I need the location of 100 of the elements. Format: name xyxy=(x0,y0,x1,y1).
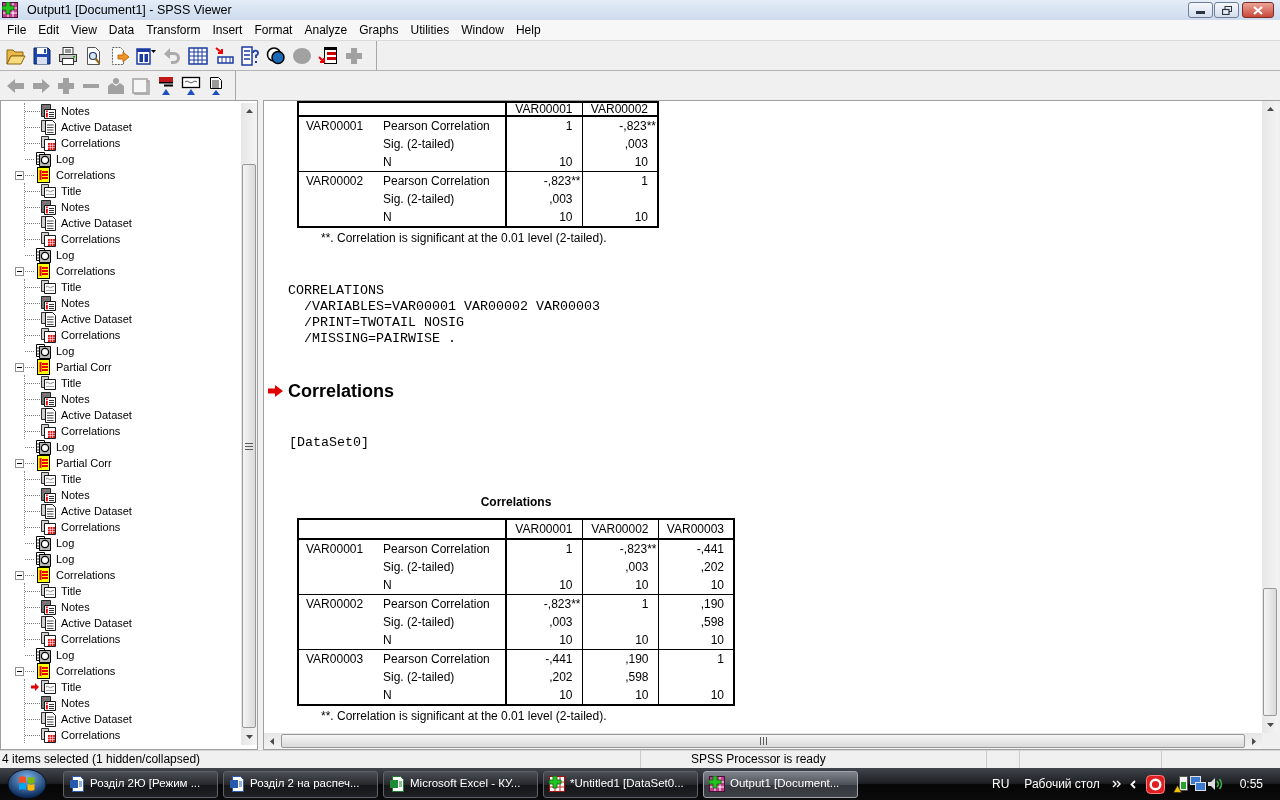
taskbar-button[interactable]: Розділ 2Ю [Режим ... xyxy=(63,770,218,798)
menu-item[interactable]: Analyze xyxy=(298,22,354,38)
tree-item[interactable]: Active Dataset xyxy=(61,215,132,231)
taskbar-button[interactable]: *Untitled1 [DataSet0... xyxy=(543,770,698,798)
battery-warning-icon[interactable] xyxy=(1172,775,1189,793)
printer-icon[interactable] xyxy=(58,45,78,66)
vertical-scrollbar[interactable] xyxy=(1262,101,1278,733)
menu-item[interactable]: Transform xyxy=(140,22,207,38)
tree-item[interactable]: Active Dataset xyxy=(61,407,132,423)
table-cell: 10 xyxy=(582,576,658,595)
scroll-right-icon[interactable] xyxy=(1252,737,1256,745)
scroll-up-icon[interactable] xyxy=(1266,107,1274,111)
page-arrow-icon[interactable] xyxy=(110,45,130,66)
tree-item[interactable]: Active Dataset xyxy=(61,503,132,519)
scroll-down-icon[interactable] xyxy=(1266,723,1274,727)
menu-item[interactable]: Help xyxy=(509,22,547,38)
tree-item[interactable]: Active Dataset xyxy=(61,711,132,727)
tree-item[interactable]: Log xyxy=(56,151,75,167)
screen-triangle-icon[interactable] xyxy=(181,75,201,96)
arrow-row-icon[interactable] xyxy=(214,45,234,66)
tree-item[interactable]: Notes xyxy=(61,103,90,119)
desktop-toolbar[interactable]: Рабочий стол xyxy=(1024,776,1100,792)
chevron-left-icon[interactable] xyxy=(1129,779,1136,789)
tree-item[interactable]: Active Dataset xyxy=(61,615,132,631)
tree-item[interactable]: Correlations xyxy=(61,231,121,247)
tree-item[interactable]: Log xyxy=(56,439,75,455)
tree-item[interactable]: Log xyxy=(56,247,75,263)
tree-item[interactable]: Correlations xyxy=(61,727,121,743)
bars-triangle-icon[interactable] xyxy=(156,75,176,96)
ring-tile-icon[interactable] xyxy=(1145,774,1165,794)
tree-item[interactable]: Correlations xyxy=(61,423,121,439)
grid-icon[interactable] xyxy=(188,45,208,66)
tree-item[interactable]: Correlations xyxy=(61,327,121,343)
row-label: Sig. (2-tailed) xyxy=(376,190,506,208)
tree-item[interactable]: Correlations xyxy=(56,263,116,279)
taskbar-button[interactable]: Розділ 2 на распеч... xyxy=(223,770,378,798)
tree-item[interactable]: Notes xyxy=(61,391,90,407)
menu-item[interactable]: Insert xyxy=(206,22,249,38)
scroll-left-icon[interactable] xyxy=(270,737,274,745)
tree-item[interactable]: Log xyxy=(56,647,75,663)
collapse-icon[interactable] xyxy=(15,666,24,676)
tree-item[interactable]: Title xyxy=(61,375,82,391)
scroll-thumb[interactable] xyxy=(281,734,1245,748)
tree-item[interactable]: Notes xyxy=(61,199,90,215)
tree-item[interactable]: Title xyxy=(61,583,82,599)
horizontal-scrollbar[interactable] xyxy=(264,733,1262,749)
tree-item[interactable]: Notes xyxy=(61,599,90,615)
tree-item[interactable]: Title xyxy=(61,679,82,695)
scroll-up-icon[interactable] xyxy=(245,109,253,113)
windows-arrow-icon[interactable] xyxy=(318,45,338,66)
window-dropdown-icon[interactable] xyxy=(136,45,156,66)
collapse-icon[interactable] xyxy=(15,362,24,372)
tree-item[interactable]: Notes xyxy=(61,295,90,311)
tree-item[interactable]: Title xyxy=(61,183,82,199)
collapse-icon[interactable] xyxy=(15,458,24,468)
tree-item[interactable]: Correlations xyxy=(56,663,116,679)
menu-item[interactable]: View xyxy=(65,22,103,38)
tree-item[interactable]: Correlations xyxy=(56,167,116,183)
tree-item[interactable]: Notes xyxy=(61,695,90,711)
tree-item[interactable]: Log xyxy=(56,343,75,359)
start-orb-icon[interactable] xyxy=(7,769,47,799)
tree-item[interactable]: Title xyxy=(61,279,82,295)
tree-item[interactable]: Correlations xyxy=(61,631,121,647)
tree-item[interactable]: Partial Corr xyxy=(56,359,112,375)
vertical-scrollbar[interactable] xyxy=(241,103,257,745)
close-button[interactable] xyxy=(1242,2,1274,18)
collapse-icon[interactable] xyxy=(15,170,24,180)
tree-item[interactable]: Active Dataset xyxy=(61,311,132,327)
tree-item[interactable]: Correlations xyxy=(61,519,121,535)
speaker-icon[interactable] xyxy=(1206,776,1223,792)
collapse-icon[interactable] xyxy=(15,266,24,276)
clock[interactable]: 0:55 xyxy=(1239,776,1263,792)
tree-item[interactable]: Active Dataset xyxy=(61,119,132,135)
menu-item[interactable]: Window xyxy=(455,22,510,38)
scroll-thumb[interactable] xyxy=(242,164,256,728)
menu-item[interactable]: Graphs xyxy=(353,22,405,38)
menu-item[interactable]: Format xyxy=(248,22,299,38)
tree-item[interactable]: Notes xyxy=(61,487,90,503)
menu-item[interactable]: File xyxy=(1,22,33,38)
language-indicator[interactable]: RU xyxy=(991,776,1010,792)
tree-item[interactable]: Title xyxy=(61,471,82,487)
taskbar-button[interactable]: Output1 [Document... xyxy=(703,770,858,798)
minimize-button[interactable] xyxy=(1188,2,1213,18)
tree-item[interactable]: Partial Corr xyxy=(56,455,112,471)
taskbar-button[interactable]: Microsoft Excel - КУ... xyxy=(383,770,538,798)
tree-item[interactable]: Log xyxy=(56,551,75,567)
scroll-down-icon[interactable] xyxy=(245,735,253,739)
scroll-thumb[interactable] xyxy=(1263,588,1277,716)
menu-item[interactable]: Edit xyxy=(32,22,66,38)
tree-item[interactable]: Correlations xyxy=(56,567,116,583)
menu-item[interactable]: Data xyxy=(102,22,141,38)
circles-icon[interactable] xyxy=(266,45,286,66)
double-chevron-icon[interactable] xyxy=(1111,780,1121,788)
tree-item[interactable]: Correlations xyxy=(61,135,121,151)
collapse-icon[interactable] xyxy=(15,570,24,580)
network-icon[interactable] xyxy=(1189,776,1206,792)
page-bars-icon[interactable] xyxy=(240,45,260,66)
tree-item[interactable]: Log xyxy=(56,535,75,551)
menu-item[interactable]: Utilities xyxy=(404,22,456,38)
restore-button[interactable] xyxy=(1214,2,1239,18)
